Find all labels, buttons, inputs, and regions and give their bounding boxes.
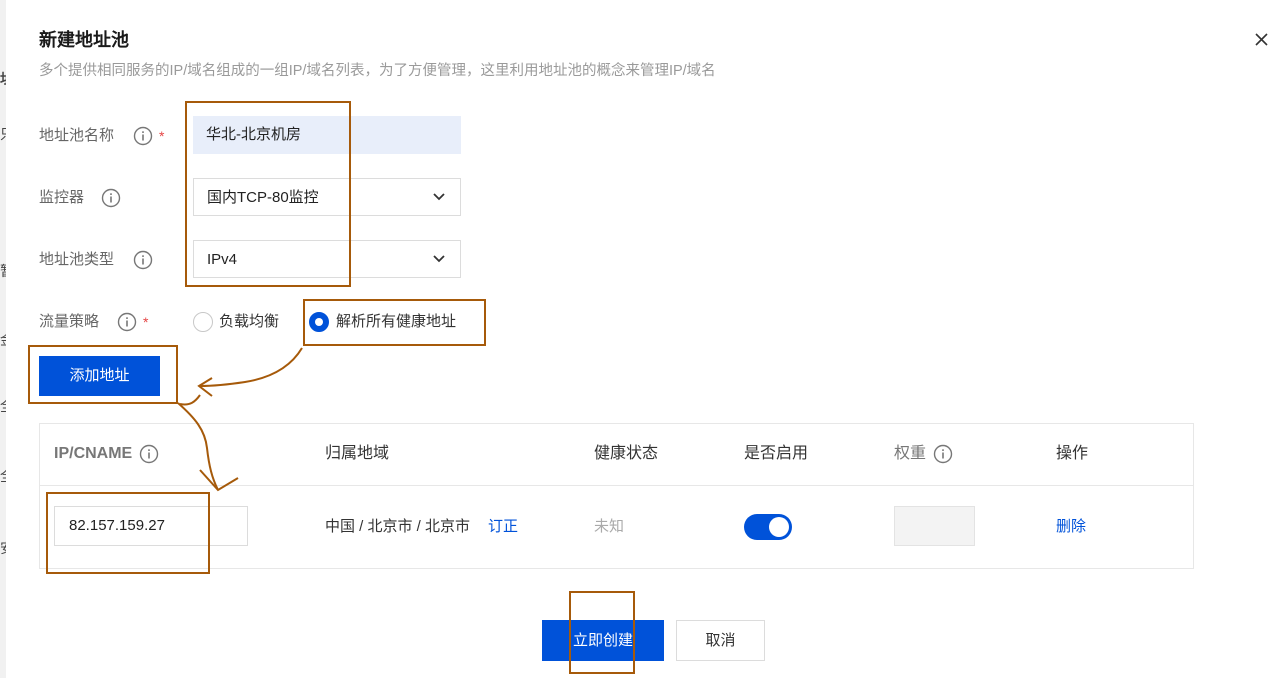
info-icon[interactable] bbox=[133, 126, 153, 146]
traffic-policy-label: 流量策略 bbox=[39, 313, 100, 330]
info-icon[interactable] bbox=[117, 312, 137, 332]
required-mark: * bbox=[143, 314, 149, 330]
annotation-box-ip bbox=[46, 492, 210, 574]
region-correct-link[interactable]: 订正 bbox=[488, 517, 518, 537]
dialog-subtitle: 多个提供相同服务的IP/域名组成的一组IP/域名列表，为了方便管理，这里利用地址… bbox=[39, 63, 716, 79]
header-health: 健康状态 bbox=[594, 445, 659, 462]
enabled-toggle[interactable] bbox=[744, 514, 792, 540]
radio-load-balance-label[interactable]: 负载均衡 bbox=[219, 312, 279, 332]
close-icon bbox=[1255, 33, 1268, 46]
chevron-down-icon bbox=[433, 193, 445, 201]
annotation-box-add bbox=[28, 345, 178, 404]
annotation-box-create bbox=[569, 591, 635, 674]
header-action: 操作 bbox=[1056, 445, 1089, 462]
annotation-box-fields bbox=[185, 101, 351, 287]
close-button[interactable] bbox=[1248, 26, 1270, 54]
toggle-knob bbox=[769, 517, 789, 537]
pool-type-label: 地址池类型 bbox=[39, 251, 115, 268]
region-text: 中国 / 北京市 / 北京市 bbox=[325, 518, 471, 535]
info-icon[interactable] bbox=[101, 188, 121, 208]
pool-name-label: 地址池名称 bbox=[39, 127, 115, 144]
radio-load-balance[interactable] bbox=[193, 312, 213, 332]
header-region: 归属地域 bbox=[325, 445, 390, 462]
header-weight: 权重 bbox=[894, 445, 927, 462]
weight-input[interactable] bbox=[894, 506, 975, 546]
header-ip-cname: IP/CNAME bbox=[54, 445, 133, 462]
dialog-title: 新建地址池 bbox=[39, 30, 129, 50]
delete-link[interactable]: 删除 bbox=[1056, 517, 1086, 537]
table-header: IP/CNAME 归属地域 健康状态 是否启用 权重 操作 bbox=[40, 424, 1193, 486]
cancel-button[interactable]: 取消 bbox=[676, 620, 765, 661]
info-icon[interactable] bbox=[933, 444, 953, 464]
health-status: 未知 bbox=[594, 518, 625, 535]
info-icon[interactable] bbox=[133, 250, 153, 270]
info-icon[interactable] bbox=[139, 444, 159, 464]
monitor-label: 监控器 bbox=[39, 189, 85, 206]
annotation-box-policy bbox=[303, 299, 486, 346]
required-mark: * bbox=[159, 128, 165, 144]
address-table: IP/CNAME 归属地域 健康状态 是否启用 权重 操作 82.157.159… bbox=[39, 423, 1194, 569]
header-enabled: 是否启用 bbox=[744, 445, 809, 462]
chevron-down-icon bbox=[433, 255, 445, 263]
